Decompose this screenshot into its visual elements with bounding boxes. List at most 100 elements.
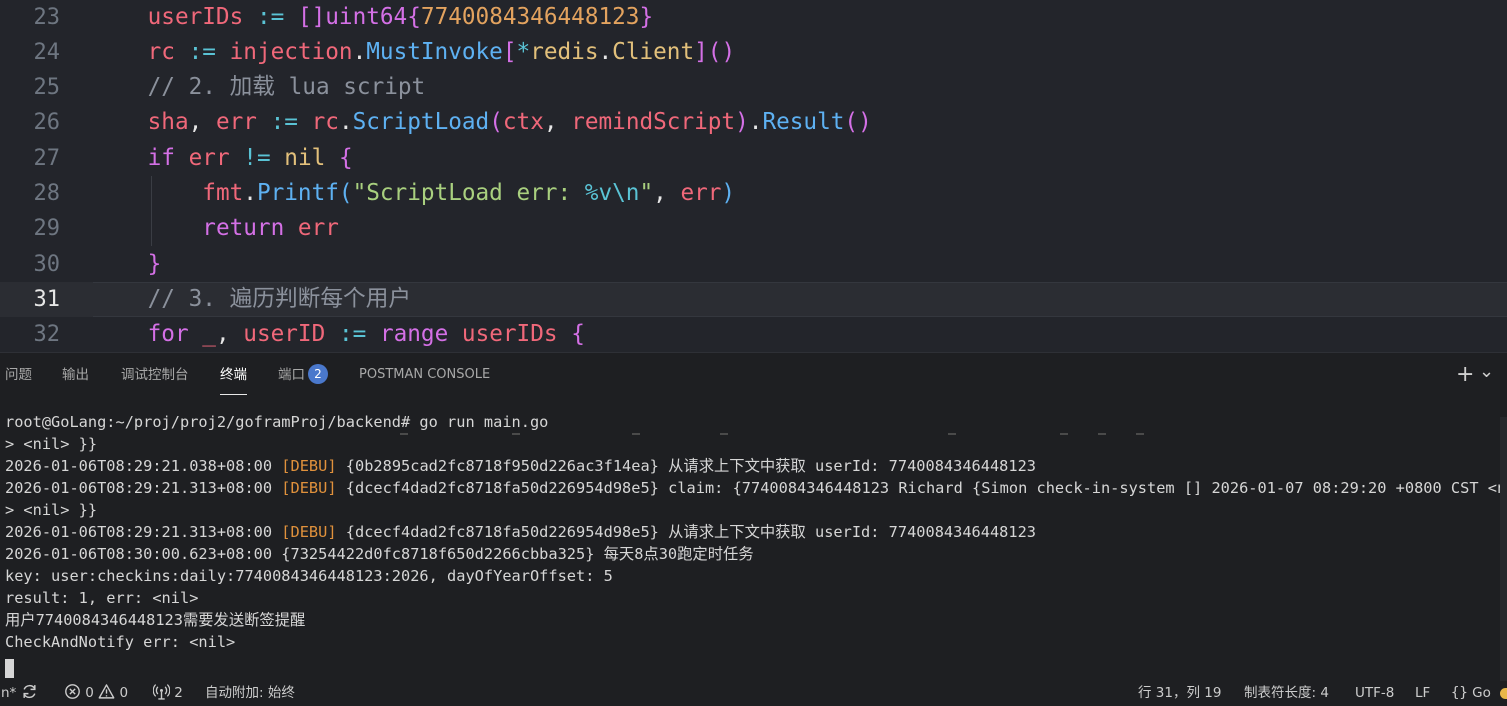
cursor-position-label: 行 31，列 19: [1138, 685, 1222, 701]
code-line[interactable]: 27 if err != nil {: [0, 141, 1507, 176]
code-token: (: [338, 180, 353, 206]
antenna-icon: [152, 684, 174, 701]
auto-attach-setting[interactable]: 自动附加: 始终: [205, 681, 295, 706]
code-token: ": [639, 180, 654, 206]
tab-problems-label: 问题: [5, 367, 32, 383]
terminal-text: {dcecf4dad2fc8718fa50d226954d98e5} claim…: [336, 479, 1500, 497]
code-token: []: [297, 3, 326, 30]
code-editor[interactable]: 23 userIDs := []uint64{7740084346448123}…: [0, 0, 1507, 352]
tab-output[interactable]: 输出: [62, 353, 89, 398]
code-token: for: [147, 321, 189, 348]
code-token: rc: [147, 38, 175, 65]
code-line[interactable]: 30 }: [0, 247, 1507, 282]
forwarded-ports[interactable]: 2: [152, 681, 183, 706]
terminal-dropdown-button[interactable]: ⌄: [1479, 360, 1494, 384]
code-token: Printf: [256, 180, 339, 206]
code-text: if err != nil {: [93, 141, 353, 176]
code-token: uint64: [325, 3, 408, 30]
terminal-text: root@GoLang:~/proj/proj2/goframProj/back…: [5, 413, 549, 431]
line-number: 25: [33, 75, 61, 101]
code-token: userIDs: [147, 3, 244, 30]
indentation-setting[interactable]: 制表符长度: 4: [1244, 681, 1329, 706]
code-token: ,: [188, 109, 216, 136]
encoding-setting[interactable]: UTF-8: [1355, 681, 1394, 706]
terminal-line: > <nil> }}: [5, 433, 97, 455]
line-number: 30: [33, 251, 61, 277]
remote-label: n*: [1, 685, 17, 701]
terminal-text: 2026-01-06T08:29:21.313+08:00: [5, 479, 282, 497]
code-token: return: [202, 215, 285, 242]
line-number: 27: [33, 145, 61, 171]
code-line[interactable]: 28 fmt.Printf("ScriptLoad err: %v\n", er…: [0, 176, 1507, 211]
code-token: range: [379, 321, 449, 348]
tab-ports-label: 端口: [278, 367, 305, 383]
code-token: 7740084346448123: [420, 3, 640, 30]
indentation-label: 制表符长度: 4: [1244, 685, 1329, 701]
cursor-position[interactable]: 行 31，列 19: [1138, 681, 1221, 706]
code-token: _: [202, 321, 216, 348]
ports-count-badge: 2: [308, 364, 328, 384]
terminal-text: 2026-01-06T08:29:21.313+08:00: [5, 523, 282, 541]
error-icon: [64, 684, 85, 701]
code-token: :=: [188, 38, 216, 65]
tab-debug-console[interactable]: 调试控制台: [121, 353, 189, 398]
code-line[interactable]: 31 // 3. 遍历判断每个用户: [0, 281, 1507, 318]
code-token: remindScript: [571, 109, 736, 136]
bottom-panel: 问题 输出 调试控制台 终端 端口 2 POSTMAN CONSOLE + ⌄ r…: [0, 352, 1507, 681]
tab-ports[interactable]: 端口 2: [278, 353, 328, 398]
code-token: !=: [243, 144, 271, 171]
problems-summary[interactable]: 0 0: [64, 681, 128, 706]
code-text: // 2. 加载 lua script: [93, 70, 426, 105]
code-line[interactable]: 32 for _, userID := range userIDs {: [0, 317, 1507, 352]
new-terminal-button[interactable]: +: [1456, 363, 1474, 387]
terminal-line: 2026-01-06T08:29:21.038+08:00 [DEBU] {0b…: [5, 455, 1036, 477]
terminal-text: {dcecf4dad2fc8718fa50d226954d98e5} 从请求上下…: [336, 523, 1037, 541]
code-token: Result: [762, 109, 845, 136]
terminal-line: CheckAndNotify err: <nil>: [5, 631, 235, 653]
eol-setting[interactable]: LF: [1415, 681, 1430, 706]
code-token: err: [680, 180, 722, 206]
code-line[interactable]: 26 sha, err := rc.ScriptLoad(ctx, remind…: [0, 105, 1507, 140]
tab-output-label: 输出: [62, 367, 89, 383]
tab-postman-console-label: POSTMAN CONSOLE: [359, 367, 491, 382]
notification-bell-icon[interactable]: [1500, 688, 1507, 699]
code-line[interactable]: 23 userIDs := []uint64{7740084346448123}: [0, 0, 1507, 35]
warning-icon: [98, 684, 119, 701]
language-mode[interactable]: {} Go: [1451, 681, 1491, 706]
code-text: for _, userID := range userIDs {: [93, 317, 585, 352]
tab-problems[interactable]: 问题: [5, 353, 32, 398]
code-token: userIDs: [461, 321, 558, 348]
terminal-output[interactable]: root@GoLang:~/proj/proj2/goframProj/back…: [0, 411, 1500, 683]
tab-terminal[interactable]: 终端: [220, 353, 247, 398]
code-token: {: [338, 144, 353, 171]
terminal-text: result: 1, err: <nil>: [5, 589, 199, 607]
code-token: redis: [530, 38, 599, 65]
code-token: Client: [612, 38, 695, 65]
code-text: rc := injection.MustInvoke[*redis.Client…: [93, 35, 735, 70]
terminal-scrollbar[interactable]: [1500, 417, 1507, 681]
remote-indicator[interactable]: n*: [1, 681, 38, 706]
code-token: ,: [215, 321, 244, 348]
tab-postman-console[interactable]: POSTMAN CONSOLE: [359, 353, 490, 398]
code-line[interactable]: 25 // 2. 加载 lua script: [0, 70, 1507, 105]
encoding-label: UTF-8: [1355, 685, 1395, 701]
log-level-tag: [DEBU]: [281, 479, 337, 497]
line-number: 28: [33, 181, 61, 206]
code-line[interactable]: 29 return err: [0, 211, 1507, 246]
code-token: MustInvoke: [366, 38, 503, 65]
code-token: .: [243, 180, 257, 206]
code-line[interactable]: 24 rc := injection.MustInvoke[*redis.Cli…: [0, 35, 1507, 70]
code-token: }: [639, 3, 654, 30]
code-token: // 2. 加载 lua script: [93, 74, 426, 101]
line-number: 24: [33, 39, 61, 65]
